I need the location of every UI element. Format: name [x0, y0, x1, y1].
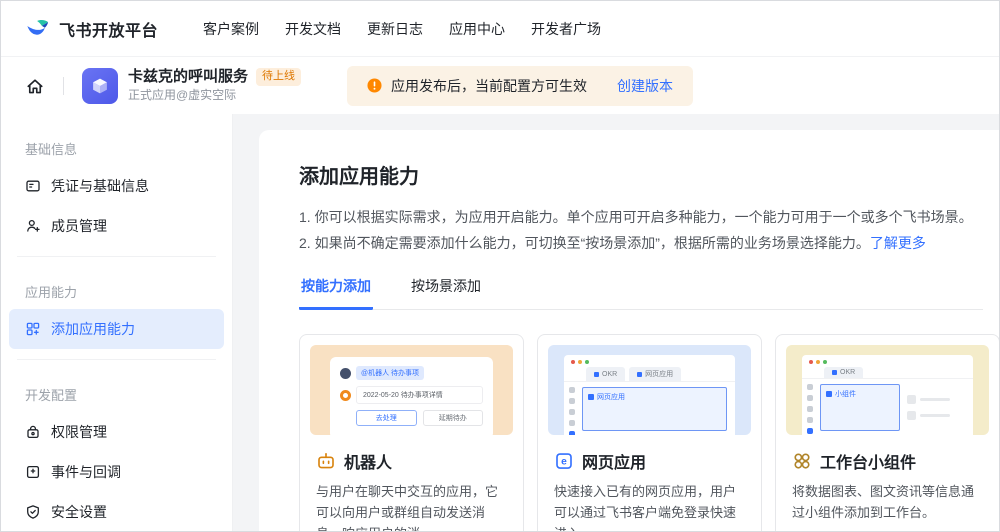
nav-item-changelog[interactable]: 更新日志 [354, 19, 436, 39]
workspace: 基础信息 凭证与基础信息 成员管理 应用能力 [1, 114, 999, 531]
svg-text:e: e [561, 457, 567, 468]
sidebar-section-basic-info: 基础信息 [1, 124, 232, 166]
sidebar-item-add-capability[interactable]: 添加应用能力 [9, 309, 224, 349]
sidebar-section-capability: 应用能力 [1, 267, 232, 309]
capability-tabs: 按能力添加 按场景添加 [299, 276, 983, 310]
create-version-link[interactable]: 创建版本 [617, 76, 673, 96]
sidebar-item-security[interactable]: 安全设置 [1, 492, 232, 531]
browser-mockup: OKR 小组件 [802, 355, 973, 435]
app-avatar [82, 68, 118, 104]
sidebar-item-permissions[interactable]: 权限管理 [1, 412, 232, 452]
description-line-2: 2. 如果尚不确定需要添加什么能力，可切换至“按场景添加”，根据所需的业务场景选… [299, 230, 983, 256]
description-line-1: 1. 你可以根据实际需求，为应用开启能力。单个应用可开启多种能力，一个能力可用于… [299, 204, 983, 230]
description-line-2-text: 2. 如果尚不确定需要添加什么能力，可切换至“按场景添加”，根据所需的业务场景选… [299, 235, 870, 251]
tab-by-scene[interactable]: 按场景添加 [409, 276, 483, 310]
sidebar-item-label: 事件与回调 [51, 462, 121, 482]
sidebar-item-members[interactable]: 成员管理 [1, 206, 232, 246]
mock-tab-label: OKR [602, 371, 617, 378]
robot-preview: @机器人 待办事项 2022-05-20 待办事项详情 去处理 延期待办 [310, 345, 513, 435]
app-header-bar: 卡兹克的呼叫服务 待上线 正式应用@虚实空际 应用发布后，当前配置方可生效 创建… [1, 57, 999, 114]
sidebar-item-label: 凭证与基础信息 [51, 176, 149, 196]
card-web-app: OKR 网页应用 网页应用 [537, 334, 762, 531]
capability-cards: @机器人 待办事项 2022-05-20 待办事项详情 去处理 延期待办 [299, 334, 983, 531]
card-title: 工作台小组件 [820, 449, 916, 473]
card-title: 网页应用 [582, 449, 646, 473]
cube-icon [89, 75, 111, 97]
card-widget: OKR 小组件 [775, 334, 999, 531]
mock-secondary-button: 延期待办 [423, 410, 484, 426]
mock-mention-tag: @机器人 待办事项 [356, 366, 424, 380]
card-robot: @机器人 待办事项 2022-05-20 待办事项详情 去处理 延期待办 [299, 334, 524, 531]
home-icon[interactable] [25, 76, 45, 96]
main-area: 添加应用能力 1. 你可以根据实际需求，为应用开启能力。单个应用可开启多种能力，… [233, 114, 999, 531]
nav-item-dev-docs[interactable]: 开发文档 [272, 19, 354, 39]
shield-check-icon [25, 504, 41, 520]
feishu-logo-icon [25, 16, 51, 42]
card-description: 快速接入已有的网页应用，用户可以通过飞书客户端免登录快速进入。 [554, 481, 745, 531]
robot-icon [316, 451, 336, 471]
mock-tab-label: 网页应用 [645, 369, 673, 379]
status-badge: 待上线 [256, 68, 301, 85]
mock-bot-avatar [340, 390, 351, 401]
sidebar-item-label: 成员管理 [51, 216, 107, 236]
nav-item-app-center[interactable]: 应用中心 [436, 19, 518, 39]
mock-todo-detail: 2022-05-20 待办事项详情 [356, 386, 483, 404]
card-description: 与用户在聊天中交互的应用，它可以向用户或群组自动发送消息，响应用户的消... [316, 481, 507, 531]
mock-tab-label: OKR [840, 369, 855, 376]
sidebar-section-dev-config: 开发配置 [1, 370, 232, 412]
app-name: 卡兹克的呼叫服务 [128, 68, 248, 87]
header-divider [63, 77, 64, 95]
content-panel: 添加应用能力 1. 你可以根据实际需求，为应用开启能力。单个应用可开启多种能力，… [259, 130, 999, 531]
sidebar-item-label: 添加应用能力 [51, 319, 135, 339]
event-callback-icon [25, 464, 41, 480]
brand-title: 飞书开放平台 [59, 17, 158, 41]
top-navbar: 飞书开放平台 客户案例 开发文档 更新日志 应用中心 开发者广场 [1, 1, 999, 57]
sidebar: 基础信息 凭证与基础信息 成员管理 应用能力 [1, 114, 233, 531]
sidebar-item-label: 权限管理 [51, 422, 107, 442]
browser-mockup: OKR 网页应用 网页应用 [564, 355, 735, 435]
feishu-brand[interactable]: 飞书开放平台 [25, 16, 158, 42]
card-description: 将数据图表、图文资讯等信息通过小组件添加到工作台。 [792, 481, 983, 523]
tab-by-capability[interactable]: 按能力添加 [299, 276, 373, 310]
page-description: 1. 你可以根据实际需求，为应用开启能力。单个应用可开启多种能力，一个能力可用于… [299, 204, 983, 256]
robot-chat-mockup: @机器人 待办事项 2022-05-20 待办事项详情 去处理 延期待办 [330, 357, 493, 435]
widget-icon [792, 451, 812, 471]
mock-panel-label: 网页应用 [597, 392, 625, 402]
add-capability-icon [25, 321, 41, 337]
sidebar-divider [17, 359, 216, 360]
sidebar-divider [17, 256, 216, 257]
app-subtitle: 正式应用@虚实空际 [128, 88, 301, 103]
web-app-icon: e [554, 451, 574, 471]
mock-primary-button: 去处理 [356, 410, 417, 426]
nav-item-customer-cases[interactable]: 客户案例 [190, 19, 272, 39]
id-card-icon [25, 178, 41, 194]
widget-preview: OKR 小组件 [786, 345, 989, 435]
warning-icon [367, 78, 382, 93]
top-nav-menu: 客户案例 开发文档 更新日志 应用中心 开发者广场 [190, 19, 614, 39]
page-title: 添加应用能力 [299, 160, 983, 189]
nav-item-developer-plaza[interactable]: 开发者广场 [518, 19, 614, 39]
feishu-open-platform-console: 飞书开放平台 客户案例 开发文档 更新日志 应用中心 开发者广场 卡兹克 [0, 0, 1000, 532]
learn-more-link[interactable]: 了解更多 [870, 235, 926, 251]
mock-avatar [340, 368, 351, 379]
sidebar-item-label: 安全设置 [51, 502, 107, 522]
member-add-icon [25, 218, 41, 234]
card-title: 机器人 [344, 449, 392, 473]
banner-text: 应用发布后，当前配置方可生效 [391, 76, 587, 96]
mock-panel-label: 小组件 [835, 389, 856, 399]
web-app-preview: OKR 网页应用 网页应用 [548, 345, 751, 435]
app-meta: 卡兹克的呼叫服务 待上线 正式应用@虚实空际 [128, 68, 301, 104]
sidebar-item-events[interactable]: 事件与回调 [1, 452, 232, 492]
publish-warning-banner: 应用发布后，当前配置方可生效 创建版本 [347, 66, 693, 106]
lock-icon [25, 424, 41, 440]
sidebar-item-credentials[interactable]: 凭证与基础信息 [1, 166, 232, 206]
